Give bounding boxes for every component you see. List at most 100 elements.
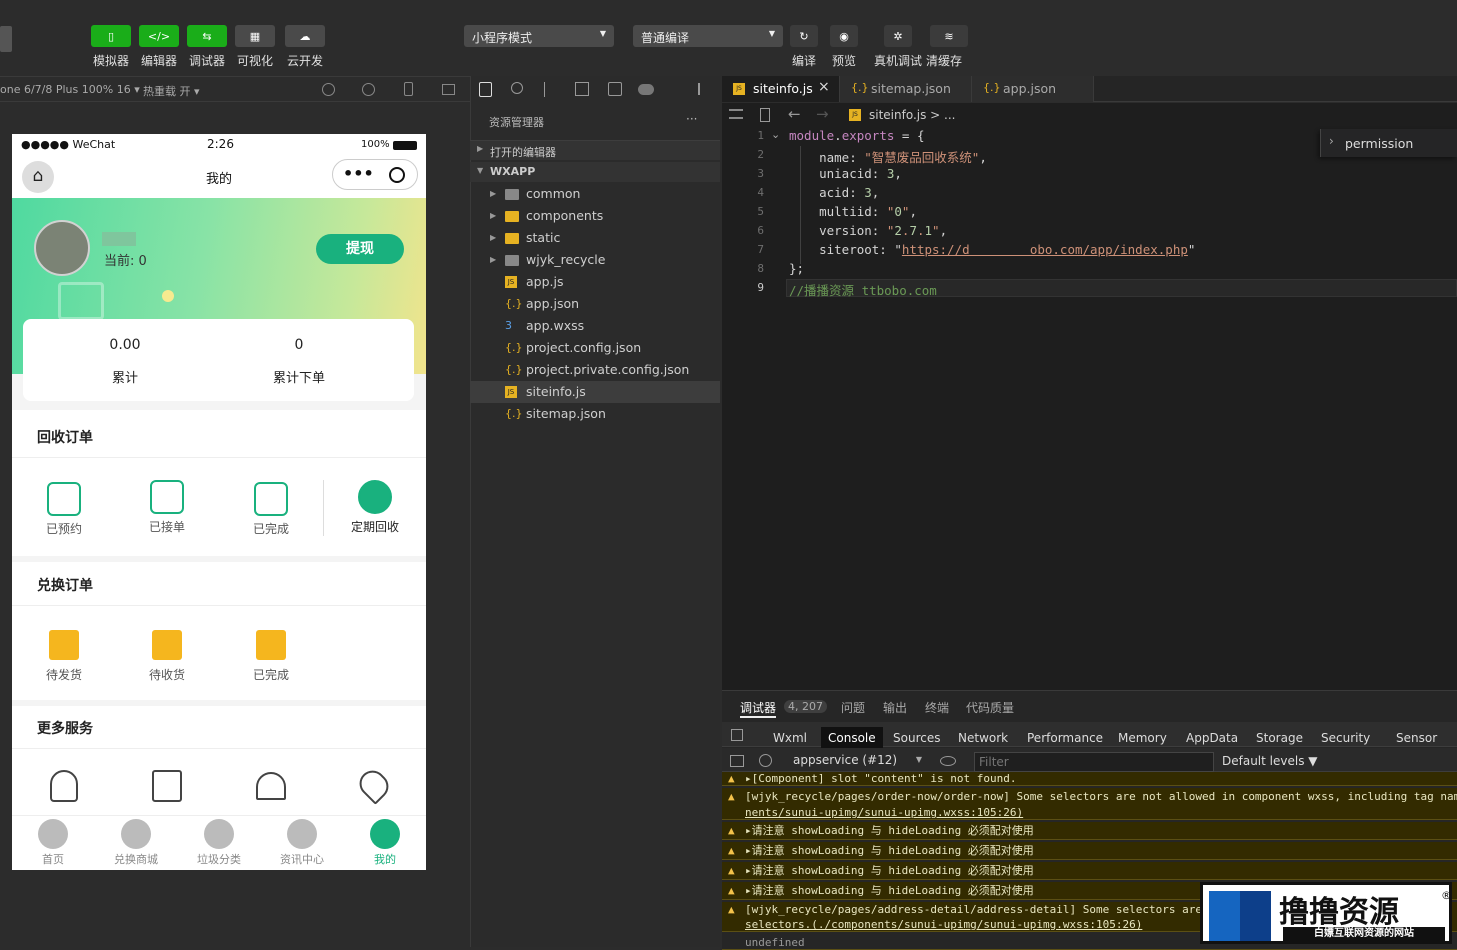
console-log-entry[interactable]: ▲ ▸请注意 showLoading 与 hideLoading 必须配对使用 xyxy=(722,822,1457,840)
refresh-icon[interactable] xyxy=(322,83,335,96)
cloud-toggle-button[interactable]: ☁ xyxy=(285,25,325,47)
phone-icon[interactable] xyxy=(404,82,413,96)
tab-item[interactable]: 首页 xyxy=(13,819,93,867)
tab-item[interactable]: 垃圾分类 xyxy=(179,819,259,867)
clear-cache-button[interactable]: ≋ xyxy=(930,25,968,47)
completed-item[interactable]: 已完成 xyxy=(226,482,316,537)
files-icon[interactable] xyxy=(479,82,492,97)
debugger-toggle-button[interactable]: ⇆ xyxy=(187,25,227,47)
devtools-tab[interactable]: Sensor xyxy=(1396,727,1437,749)
avatar[interactable] xyxy=(34,220,90,276)
outline-panel[interactable]: › permission xyxy=(1320,129,1457,157)
devtools-tab[interactable]: Memory xyxy=(1118,727,1167,749)
file-tree-item[interactable]: 3 app.wxss xyxy=(470,315,720,337)
editor-toggle-button[interactable]: </> xyxy=(139,25,179,47)
home-pin-icon[interactable] xyxy=(152,770,182,802)
devtools-tab[interactable]: Storage xyxy=(1256,727,1303,749)
bookmark-icon[interactable] xyxy=(760,108,770,122)
compile-select[interactable]: 普通编译 ▼ xyxy=(633,25,783,47)
console-log-entry[interactable]: ▲ ▸请注意 showLoading 与 hideLoading 必须配对使用 xyxy=(722,862,1457,880)
tab-item[interactable]: 兑换商城 xyxy=(96,819,176,867)
open-editors-section[interactable]: ▶ 打开的编辑器 xyxy=(470,140,720,160)
debug-top-tab[interactable]: 输出 xyxy=(883,699,907,716)
location-icon[interactable] xyxy=(354,765,394,805)
users-icon[interactable] xyxy=(256,772,286,800)
mode-select[interactable]: 小程序模式 ▼ xyxy=(464,25,614,47)
workspace-root[interactable]: ▼ WXAPP xyxy=(470,162,720,182)
debug-top-tab[interactable]: 调试器 xyxy=(740,699,777,718)
battery-icon xyxy=(393,141,417,150)
file-tree-item[interactable]: ▶ components xyxy=(470,205,720,227)
file-tree-item[interactable]: {.} project.private.config.json xyxy=(470,359,720,381)
simulator-toggle-button[interactable]: ▯ xyxy=(91,25,131,47)
stop-icon[interactable] xyxy=(362,83,375,96)
devtools-tab[interactable]: Network xyxy=(958,727,1008,749)
console-log-entry[interactable]: ▲ ▸[Component] slot "content" is not foun… xyxy=(722,772,1457,786)
debug-top-tab[interactable]: 代码质量 xyxy=(966,699,1014,716)
user-star-icon[interactable] xyxy=(50,770,78,802)
fold-chevron-icon[interactable]: ⌄ xyxy=(771,128,780,141)
context-select[interactable]: appservice (#12) ▼ xyxy=(785,752,925,770)
hotreload-select[interactable]: 热重载 开 ▾ xyxy=(143,83,200,99)
devtools-tab[interactable]: Console xyxy=(821,727,883,749)
breadcrumb[interactable]: siteinfo.js > ... xyxy=(869,108,956,122)
accepted-item[interactable]: 已接单 xyxy=(122,480,212,535)
levels-select[interactable]: Default levels ▼ xyxy=(1222,754,1318,768)
cloud-icon[interactable] xyxy=(638,84,654,95)
editor-tab[interactable]: {.} app.json xyxy=(972,76,1094,102)
popout-icon[interactable] xyxy=(442,84,455,95)
explorer-more-icon[interactable]: ··· xyxy=(686,112,697,126)
collapse-icon[interactable] xyxy=(698,83,711,95)
search-icon[interactable] xyxy=(511,82,523,94)
file-tree-item[interactable]: ▶ common xyxy=(470,183,720,205)
console-log-entry[interactable]: ▲ [wjyk_recycle/pages/order-now/order-now… xyxy=(722,788,1457,806)
devtools-tab[interactable]: Wxml xyxy=(773,727,807,749)
console-log-text: [wjyk_recycle/pages/order-now/order-now]… xyxy=(745,790,1457,803)
git-icon[interactable] xyxy=(544,82,554,97)
debug-top-tab[interactable]: 问题 xyxy=(841,699,865,716)
booked-item[interactable]: 已预约 xyxy=(19,482,109,537)
console-log-entry[interactable]: ▲ ▸请注意 showLoading 与 hideLoading 必须配对使用 xyxy=(722,842,1457,860)
devtools-tab[interactable]: Sources xyxy=(893,727,940,749)
file-tree-item[interactable]: {.} project.config.json xyxy=(470,337,720,359)
file-tree-item[interactable]: {.} app.json xyxy=(470,293,720,315)
debug-top-tab[interactable]: 终端 xyxy=(925,699,949,716)
file-tree-item[interactable]: ▶ static xyxy=(470,227,720,249)
clear-console-icon[interactable] xyxy=(759,754,772,767)
list-icon[interactable] xyxy=(729,109,743,119)
devtools-tab[interactable]: AppData xyxy=(1186,727,1238,749)
visual-toggle-button[interactable]: ▦ xyxy=(235,25,275,47)
back-arrow-icon[interactable]: ← xyxy=(788,105,801,123)
extensions-icon[interactable] xyxy=(575,82,589,96)
compile-button[interactable]: ↻ xyxy=(790,25,818,47)
forward-arrow-icon[interactable]: → xyxy=(816,105,829,123)
eye-icon[interactable] xyxy=(940,756,956,766)
exchange-completed-item[interactable]: 已完成 xyxy=(226,630,316,683)
to-receive-item[interactable]: 待收货 xyxy=(122,630,212,683)
withdraw-button[interactable]: 提现 xyxy=(316,234,404,264)
more-icon[interactable]: ••• xyxy=(343,164,374,183)
tab-item[interactable]: 我的 xyxy=(345,819,425,867)
remote-debug-button[interactable]: ✲ xyxy=(884,25,912,47)
device-select[interactable]: one 6/7/8 Plus 100% 16 ▾ xyxy=(0,83,140,96)
save-icon[interactable] xyxy=(608,82,622,96)
inspect-icon[interactable] xyxy=(731,729,743,741)
close-tab-icon[interactable]: × xyxy=(818,79,830,95)
console-filter-input[interactable] xyxy=(974,752,1214,772)
file-tree-item[interactable]: {.} sitemap.json xyxy=(470,403,720,425)
devtools-tab[interactable]: Security xyxy=(1321,727,1370,749)
file-tree-item[interactable]: ▶ wjyk_recycle xyxy=(470,249,720,271)
devtools-tab[interactable]: Performance xyxy=(1027,727,1103,749)
capsule-menu[interactable]: ••• xyxy=(332,159,418,190)
close-capsule-icon[interactable] xyxy=(389,167,405,183)
editor-tab[interactable]: JS siteinfo.js × xyxy=(722,76,840,102)
editor-tab[interactable]: {.} sitemap.json xyxy=(840,76,972,102)
sidebar-toggle-icon[interactable] xyxy=(730,755,744,767)
to-ship-item[interactable]: 待发货 xyxy=(19,630,109,683)
file-tree-item[interactable]: JS siteinfo.js xyxy=(470,381,720,403)
console-log-entry[interactable]: nents/sunui-upimg/sunui-upimg.wxss:105:2… xyxy=(722,806,1457,820)
scheduled-recycle-item[interactable]: 定期回收 xyxy=(330,480,420,535)
tab-item[interactable]: 资讯中心 xyxy=(262,819,342,867)
file-tree-item[interactable]: JS app.js xyxy=(470,271,720,293)
preview-button[interactable]: ◉ xyxy=(830,25,858,47)
